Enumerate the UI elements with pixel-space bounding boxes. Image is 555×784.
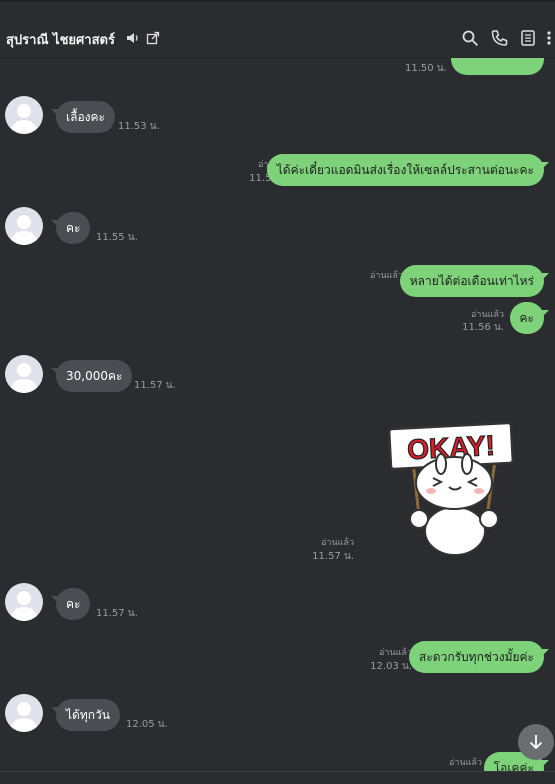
search-icon[interactable] <box>461 29 479 47</box>
incoming-message[interactable]: 30,000คะ <box>50 360 133 392</box>
message-time: 11.57 น. <box>312 551 354 562</box>
message-time: 11.55 น. <box>96 232 138 243</box>
read-receipt: อ่านแล้ว <box>471 310 504 320</box>
avatar[interactable] <box>5 694 43 732</box>
incoming-message[interactable]: ได้ทุกวัน <box>51 699 120 731</box>
avatar[interactable] <box>5 583 43 621</box>
message-time: 12.05 น. <box>126 719 168 730</box>
message-time: 11.57 น. <box>96 608 138 619</box>
bottom-bar <box>0 771 555 784</box>
outgoing-message[interactable] <box>451 57 549 75</box>
read-receipt: อ่านแล้ว <box>321 538 354 548</box>
okay-sticker[interactable]: OKAY! <box>383 421 523 556</box>
more-vertical-icon[interactable] <box>545 29 553 47</box>
message-time: 11.50 น. <box>405 63 447 74</box>
message-time: 11.57 น. <box>134 380 176 391</box>
speaker-icon[interactable] <box>126 30 140 44</box>
read-receipt: อ่านแล้ว <box>449 758 482 768</box>
message-time: 11.53 น. <box>118 121 160 132</box>
avatar[interactable] <box>5 207 43 245</box>
open-window-icon[interactable] <box>146 30 160 45</box>
incoming-message[interactable]: คะ <box>50 212 91 244</box>
outgoing-message[interactable]: สะดวกรับทุกช่วงมั้ยค่ะ <box>409 641 549 673</box>
read-receipt: อ่านแล้ว <box>379 648 412 658</box>
outgoing-message[interactable]: หลายได้ต่อเดือนเท่าไหร่ <box>399 265 550 297</box>
avatar[interactable] <box>5 355 43 393</box>
chat-title: สุปราณี ไชยศาสตร์ <box>6 33 115 48</box>
avatar[interactable] <box>5 96 43 134</box>
message-list[interactable]: 11.50 น. เลื้องคะ 11.53 น. อ่านแล้ว 11.5… <box>0 57 555 771</box>
scroll-to-bottom-button[interactable] <box>518 724 554 760</box>
chat-header: สุปราณี ไชยศาสตร์ <box>0 2 555 58</box>
message-time: 11.56 น. <box>462 322 504 333</box>
message-time: 12.03 น. <box>370 661 412 672</box>
incoming-message[interactable]: คะ <box>50 588 91 620</box>
read-receipt: อ่านแล้ว <box>370 271 403 281</box>
notes-icon[interactable] <box>519 29 537 47</box>
incoming-message[interactable]: เลื้องคะ <box>51 101 115 133</box>
arrow-down-icon <box>529 735 543 750</box>
outgoing-message[interactable]: คะ <box>509 302 550 334</box>
outgoing-message[interactable]: ได้ค่ะเดี๋ยวแอดมินส่งเรื่องให้เซลล์ประสา… <box>266 154 550 186</box>
phone-icon[interactable] <box>490 29 508 47</box>
